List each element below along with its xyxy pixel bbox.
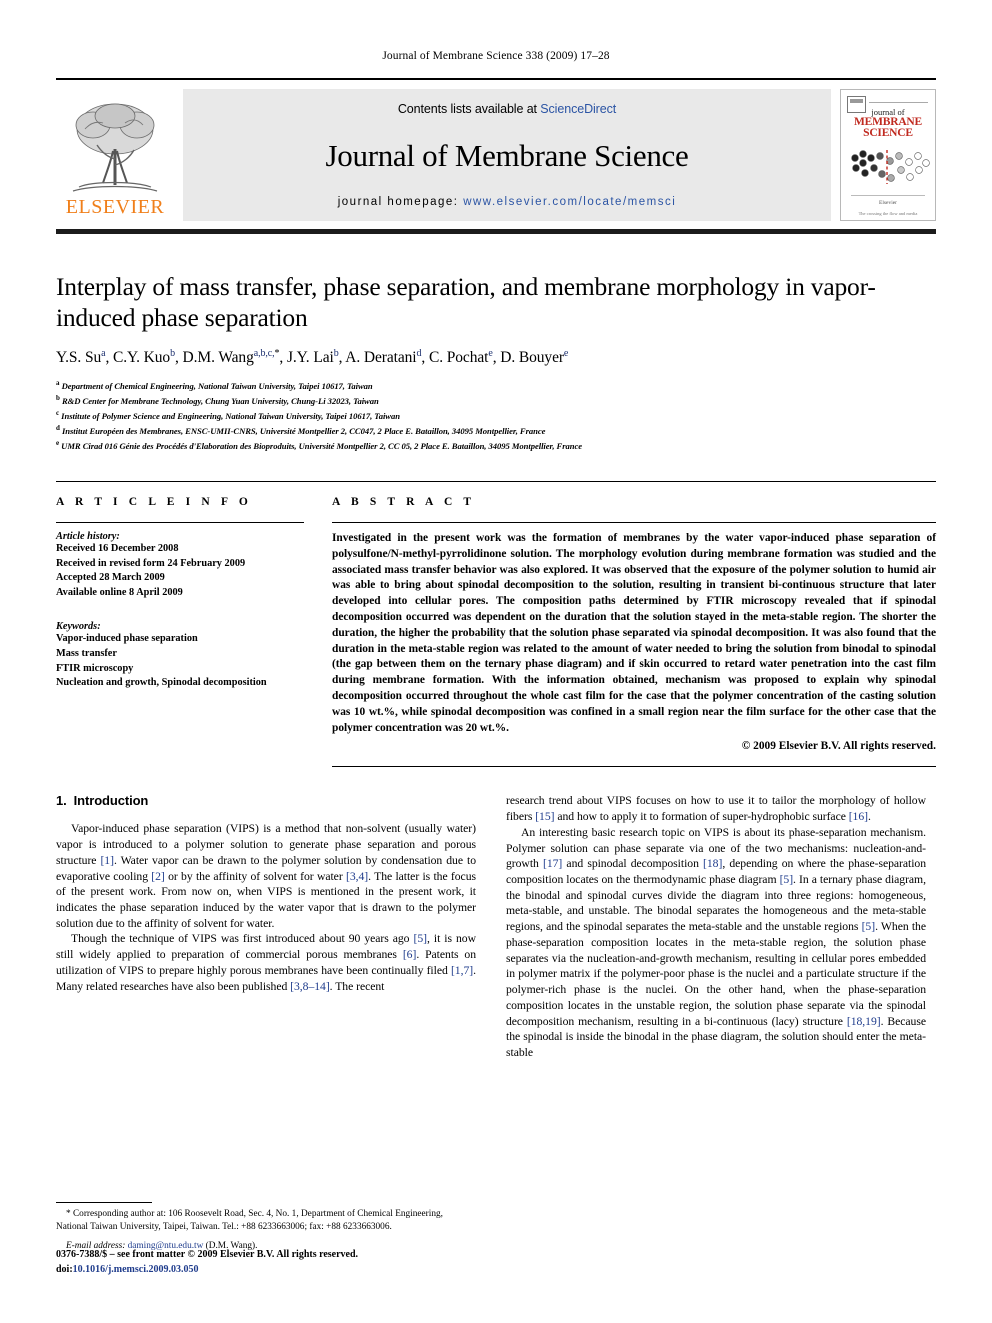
citation-ref[interactable]: [18] <box>703 857 722 870</box>
sciencedirect-link[interactable]: ScienceDirect <box>540 102 616 116</box>
history-item: Received 16 December 2008 <box>56 542 179 554</box>
cover-hexagon-art <box>851 150 930 184</box>
abstract-rule <box>332 521 936 523</box>
citation-ref[interactable]: [5] <box>780 873 794 886</box>
contents-prefix: Contents lists available at <box>397 102 541 116</box>
keyword-item: FTIR microscopy <box>56 662 134 674</box>
title-block: Interplay of mass transfer, phase separa… <box>56 272 936 453</box>
elsevier-tree-icon <box>72 103 158 192</box>
info-abstract-section: A R T I C L E I N F O Article history: R… <box>56 480 936 768</box>
affiliation-text: Institute of Polymer Science and Enginee… <box>61 411 400 422</box>
citation-ref[interactable]: [5] <box>414 932 428 945</box>
affiliation-mark: d <box>56 424 60 433</box>
affiliation-item: c Institute of Polymer Science and Engin… <box>56 408 936 423</box>
affiliation-item: e UMR Cirad 016 Génie des Procédés d'Ela… <box>56 438 936 453</box>
journal-title: Journal of Membrane Science <box>325 138 689 173</box>
imprint-line1: 0376-7388/$ – see front matter © 2009 El… <box>56 1249 359 1260</box>
keyword-item: Vapor-induced phase separation <box>56 633 198 645</box>
cover-line2: MEMBRANE SCIENCE <box>841 116 935 139</box>
keyword-item: Nucleation and growth, Spinodal decompos… <box>56 677 267 689</box>
issn-imprint: 0376-7388/$ – see front matter © 2009 El… <box>56 1247 486 1277</box>
cover-line3-text: SCIENCE <box>863 127 913 139</box>
article-page: Journal of Membrane Science 338 (2009) 1… <box>0 0 992 1323</box>
article-title: Interplay of mass transfer, phase separa… <box>56 272 876 332</box>
history-item: Received in revised form 24 February 200… <box>56 557 246 569</box>
affiliation-item: b R&D Center for Membrane Technology, Ch… <box>56 393 936 408</box>
citation-ref[interactable]: [1] <box>100 854 114 867</box>
affiliation-list: a Department of Chemical Engineering, Na… <box>56 378 936 453</box>
body-column-right: research trend about VIPS focuses on how… <box>506 793 926 1253</box>
keywords-label: Keywords: <box>56 621 101 633</box>
affiliation-item: a Department of Chemical Engineering, Na… <box>56 378 936 393</box>
abstract-bottom-rule <box>332 766 936 768</box>
abstract-heading: A B S T R A C T <box>332 495 476 508</box>
section-heading-introduction: 1. Introduction <box>56 793 476 808</box>
article-info-heading: A R T I C L E I N F O <box>56 495 252 508</box>
article-info-rule <box>56 521 304 523</box>
article-history-label: Article history: <box>56 530 120 542</box>
body-column-left: 1. Introduction Vapor-induced phase separ… <box>56 793 476 1253</box>
contents-available-line: Contents lists available at ScienceDirec… <box>398 102 616 116</box>
journal-homepage-line: journal homepage: www.elsevier.com/locat… <box>338 196 677 208</box>
affiliation-mark: a <box>56 379 60 388</box>
doi-link[interactable]: 10.1016/j.memsci.2009.03.050 <box>73 1264 199 1275</box>
citation-ref[interactable]: [5] <box>862 920 876 933</box>
journal-band: Contents lists available at ScienceDirec… <box>183 89 831 221</box>
keywords-list: Vapor-induced phase separation Mass tran… <box>56 632 304 690</box>
journal-cover-thumbnail: journal of MEMBRANE SCIENCE Elsevier The… <box>840 89 936 221</box>
citation-ref[interactable]: [3,4] <box>346 870 368 883</box>
doi-label: doi: <box>56 1264 73 1275</box>
article-history-list: Received 16 December 2008 Received in re… <box>56 542 304 600</box>
cover-footer-1: Elsevier <box>878 200 898 206</box>
affiliation-mark: e <box>56 439 60 448</box>
citation-ref[interactable]: [16] <box>849 810 868 823</box>
article-info-column: A R T I C L E I N F O Article history: R… <box>56 496 304 767</box>
running-head: Journal of Membrane Science 338 (2009) 1… <box>382 50 610 62</box>
affiliation-text: R&D Center for Membrane Technology, Chun… <box>61 396 379 407</box>
intro-paragraph: Vapor-induced phase separation (VIPS) is… <box>56 822 476 930</box>
abstract-text: Investigated in the present work was the… <box>332 531 936 734</box>
citation-ref[interactable]: [18,19] <box>847 1015 881 1028</box>
abstract-column: A B S T R A C T Investigated in the pres… <box>332 495 936 768</box>
intro-paragraph: An interesting basic research topic on V… <box>506 825 926 1060</box>
citation-ref[interactable]: [15] <box>535 810 554 823</box>
elsevier-wordmark: ELSEVIER <box>65 196 165 218</box>
body-columns: 1. Introduction Vapor-induced phase separ… <box>56 793 936 1253</box>
footnote-rule <box>56 1202 152 1204</box>
abstract-copyright: © 2009 Elsevier B.V. All rights reserved… <box>741 740 936 753</box>
corresponding-author-footnote: * Corresponding author at: 106 Roosevelt… <box>56 1202 476 1253</box>
elsevier-logo: ELSEVIER <box>56 89 174 221</box>
history-item: Available online 8 April 2009 <box>56 586 183 598</box>
masthead-divider <box>56 229 936 234</box>
affiliation-text: UMR Cirad 016 Génie des Procédés d'Elabo… <box>61 440 583 451</box>
cover-footer-2: The crossing the flow and media <box>858 211 918 216</box>
section-number: 1. <box>56 793 67 809</box>
keywords-block: Keywords: Vapor-induced phase separation… <box>56 621 304 690</box>
citation-ref[interactable]: [17] <box>543 857 562 870</box>
affiliation-text: Institut Européen des Membranes, ENSC-UM… <box>61 425 546 436</box>
affiliation-mark: c <box>56 409 60 418</box>
homepage-prefix: journal homepage: <box>337 196 464 208</box>
keyword-item: Mass transfer <box>56 648 117 659</box>
citation-ref[interactable]: [2] <box>151 870 165 883</box>
intro-paragraph: Though the technique of VIPS was first i… <box>56 932 476 993</box>
journal-masthead: ELSEVIER Contents lists available at Sci… <box>56 78 936 221</box>
homepage-link[interactable]: www.elsevier.com/locate/memsci <box>463 196 676 208</box>
citation-ref[interactable]: [3,8–14] <box>290 980 330 993</box>
footnote-corresponding-text: * Corresponding author at: 106 Roosevelt… <box>56 1209 443 1233</box>
intro-paragraph: research trend about VIPS focuses on how… <box>506 794 926 824</box>
imprint-doi-line: doi:10.1016/j.memsci.2009.03.050 <box>56 1262 486 1277</box>
history-item: Accepted 28 March 2009 <box>56 572 165 584</box>
affiliation-text: Department of Chemical Engineering, Nati… <box>61 381 373 392</box>
author-list: Y.S. Sua, C.Y. Kuob, D.M. Wanga,b,c,*, J… <box>56 348 569 367</box>
section-title: Introduction <box>73 793 149 809</box>
citation-ref[interactable]: [1,7] <box>451 964 473 977</box>
affiliation-mark: b <box>56 394 60 403</box>
affiliation-item: d Institut Européen des Membranes, ENSC-… <box>56 423 936 438</box>
citation-ref[interactable]: [6] <box>403 948 417 961</box>
